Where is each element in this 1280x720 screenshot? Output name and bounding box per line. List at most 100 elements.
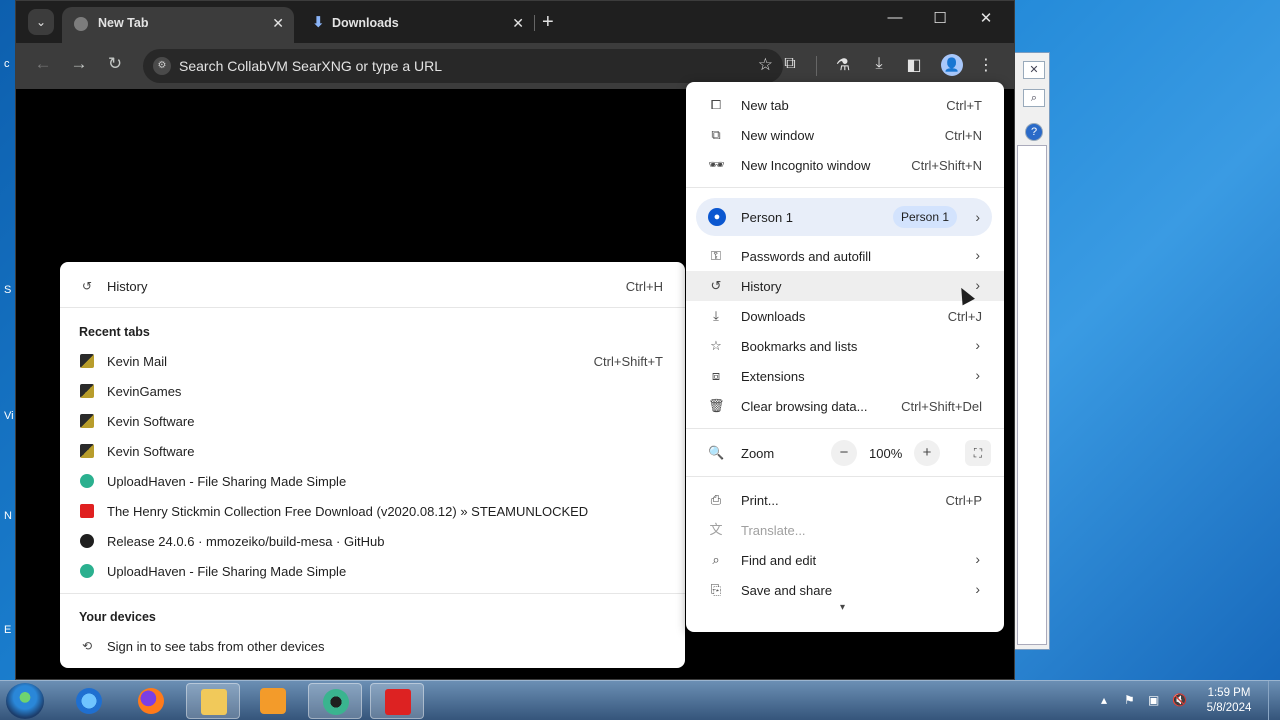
network-icon[interactable]: ▣ bbox=[1148, 693, 1159, 707]
minimize-button[interactable]: — bbox=[885, 9, 905, 26]
side-panel-icon[interactable]: ◧ bbox=[903, 55, 925, 75]
close-tab-icon[interactable]: ✕ bbox=[272, 15, 284, 32]
close-icon[interactable]: ✕ bbox=[1023, 61, 1045, 79]
search-icon[interactable]: ⌕ bbox=[1023, 89, 1045, 107]
taskbar-ie[interactable] bbox=[62, 683, 116, 719]
recent-tab-item[interactable]: UploadHaven - File Sharing Made Simple bbox=[60, 556, 685, 586]
show-desktop-button[interactable] bbox=[1268, 681, 1280, 720]
menu-item-history[interactable]: ↺ History › bbox=[686, 271, 1004, 301]
menu-item-extensions[interactable]: ⧈ Extensions › bbox=[686, 361, 1004, 391]
chevron-right-icon: › bbox=[975, 209, 980, 225]
maximize-button[interactable]: ☐ bbox=[930, 9, 950, 27]
downloads-icon[interactable]: ⤓ bbox=[868, 55, 890, 73]
profile-badge: Person 1 bbox=[893, 206, 958, 228]
action-center-flag-icon[interactable]: ⚑ bbox=[1124, 693, 1135, 707]
help-icon[interactable]: ? bbox=[1025, 123, 1043, 141]
desktop-icon-label: E bbox=[4, 624, 12, 636]
zoom-out-button[interactable]: − bbox=[831, 440, 857, 466]
extensions-icon[interactable]: ⧉ bbox=[779, 55, 801, 73]
menu-item-new-tab[interactable]: ⧠ New tab Ctrl+T bbox=[686, 90, 1004, 120]
address-bar[interactable]: ⚙ Search CollabVM SearXNG or type a URL … bbox=[143, 49, 783, 83]
recent-tab-item[interactable]: The Henry Stickmin Collection Free Downl… bbox=[60, 496, 685, 526]
taskbar-media-player[interactable] bbox=[246, 683, 300, 719]
menu-item-find-and-edit[interactable]: ⌕ Find and edit › bbox=[686, 545, 1004, 575]
zoom-in-button[interactable]: + bbox=[914, 440, 940, 466]
menu-item-label: Translate... bbox=[741, 523, 806, 538]
menu-item-save-and-share[interactable]: ⎘ Save and share › bbox=[686, 575, 1004, 605]
download-icon: ⤓ bbox=[713, 308, 719, 323]
tray-expand-icon[interactable]: ▴ bbox=[1101, 693, 1107, 707]
chrome-main-menu: ⧠ New tab Ctrl+T ⧉ New window Ctrl+N 🕶 N… bbox=[686, 82, 1004, 632]
recent-tab-label: UploadHaven - File Sharing Made Simple bbox=[107, 474, 347, 489]
divider bbox=[686, 476, 1004, 477]
tab-new-tab[interactable]: New Tab ✕ bbox=[62, 7, 294, 43]
recent-tab-item[interactable]: Release 24.0.6 · mmozeiko/build-mesa · G… bbox=[60, 526, 685, 556]
star-icon: ☆ bbox=[710, 338, 722, 353]
menu-item-label: History bbox=[741, 279, 782, 294]
menu-item-downloads[interactable]: ⤓ Downloads Ctrl+J bbox=[686, 301, 1004, 331]
taskbar-chrome[interactable] bbox=[308, 683, 362, 719]
taskbar: ▴ ⚑ ▣ 🔇 1:59 PM 5/8/2024 bbox=[0, 680, 1280, 720]
menu-item-print[interactable]: ⎙ Print... Ctrl+P bbox=[686, 485, 1004, 515]
labs-flask-icon[interactable]: ⚗ bbox=[832, 55, 854, 75]
profile-avatar[interactable]: 👤 bbox=[941, 54, 963, 76]
menu-item-passwords[interactable]: ⚿ Passwords and autofill › bbox=[686, 241, 1004, 271]
tab-downloads[interactable]: ⬇ Downloads ✕ bbox=[302, 7, 534, 43]
history-item[interactable]: ↺ History Ctrl+H bbox=[60, 271, 685, 301]
tab-strip: ⌄ New Tab ✕ ⬇ Downloads ✕ + — ☐ ✕ bbox=[16, 1, 1014, 43]
fullscreen-icon[interactable]: ⛶ bbox=[965, 440, 991, 466]
sign-in-devices-item[interactable]: ⟲ Sign in to see tabs from other devices bbox=[60, 631, 685, 661]
more-menu-icon[interactable]: ⋮ bbox=[975, 55, 997, 75]
chevron-right-icon: › bbox=[975, 551, 980, 567]
kevin-favicon-icon bbox=[80, 414, 94, 428]
close-window-button[interactable]: ✕ bbox=[976, 9, 996, 27]
menu-item-label: Find and edit bbox=[741, 553, 817, 568]
chevron-right-icon: › bbox=[975, 337, 980, 353]
forward-button[interactable]: → bbox=[67, 54, 91, 74]
menu-item-new-window[interactable]: ⧉ New window Ctrl+N bbox=[686, 120, 1004, 150]
recent-tab-item[interactable]: UploadHaven - File Sharing Made Simple bbox=[60, 466, 685, 496]
menu-item-shortcut: Ctrl+T bbox=[946, 98, 982, 113]
new-tab-icon: ⧠ bbox=[710, 97, 722, 112]
site-info-icon[interactable]: ⚙ bbox=[153, 57, 171, 75]
recent-tab-label: UploadHaven - File Sharing Made Simple bbox=[107, 564, 347, 579]
taskbar-explorer[interactable] bbox=[186, 683, 240, 719]
menu-item-label: Bookmarks and lists bbox=[741, 339, 858, 354]
recent-tab-item[interactable]: Kevin Software bbox=[60, 406, 685, 436]
desktop-icon-label: Vi bbox=[4, 410, 14, 422]
menu-item-translate[interactable]: 文 Translate... bbox=[686, 515, 1004, 545]
background-window: ✕ ⌕ ? bbox=[1012, 52, 1050, 650]
scroll-more-icon[interactable]: ▾ bbox=[840, 602, 845, 613]
chevron-right-icon: › bbox=[975, 367, 980, 383]
zoom-value: 100% bbox=[869, 446, 903, 461]
reload-button[interactable]: ↻ bbox=[103, 54, 127, 74]
recent-tab-label: The Henry Stickmin Collection Free Downl… bbox=[107, 504, 589, 519]
close-tab-icon[interactable]: ✕ bbox=[512, 15, 524, 32]
menu-item-label: Clear browsing data... bbox=[741, 399, 868, 414]
menu-item-clear-browsing-data[interactable]: 🗑 Clear browsing data... Ctrl+Shift+Del bbox=[686, 391, 1004, 421]
recent-tab-label: KevinGames bbox=[107, 384, 182, 399]
profile-row[interactable]: ● Person 1 Person 1 › bbox=[696, 198, 992, 236]
back-button[interactable]: ← bbox=[31, 54, 55, 74]
address-input[interactable]: Search CollabVM SearXNG or type a URL bbox=[179, 58, 442, 74]
bookmark-star-icon[interactable]: ☆ bbox=[758, 55, 773, 75]
volume-muted-icon[interactable]: 🔇 bbox=[1172, 693, 1187, 707]
menu-item-bookmarks[interactable]: ☆ Bookmarks and lists › bbox=[686, 331, 1004, 361]
menu-item-shortcut: Ctrl+P bbox=[945, 493, 982, 508]
start-button[interactable] bbox=[6, 683, 44, 719]
recent-tab-item[interactable]: KevinGames bbox=[60, 376, 685, 406]
new-tab-button[interactable]: + bbox=[542, 11, 554, 34]
taskbar-firefox[interactable] bbox=[124, 683, 178, 719]
tab-search-button[interactable]: ⌄ bbox=[28, 9, 54, 35]
recent-tab-shortcut: Ctrl+Shift+T bbox=[593, 354, 663, 369]
taskbar-app[interactable] bbox=[370, 683, 424, 719]
kevin-favicon-icon bbox=[80, 384, 94, 398]
trash-icon: 🗑 bbox=[708, 398, 725, 413]
internet-explorer-icon bbox=[76, 688, 102, 714]
menu-item-label: Downloads bbox=[741, 309, 806, 324]
recent-tab-item[interactable]: Kevin Mail Ctrl+Shift+T bbox=[60, 346, 685, 376]
uploadhaven-favicon-icon bbox=[80, 564, 94, 578]
menu-item-new-incognito-window[interactable]: 🕶 New Incognito window Ctrl+Shift+N bbox=[686, 150, 1004, 180]
clock[interactable]: 1:59 PM 5/8/2024 bbox=[1196, 686, 1262, 716]
recent-tab-item[interactable]: Kevin Software bbox=[60, 436, 685, 466]
